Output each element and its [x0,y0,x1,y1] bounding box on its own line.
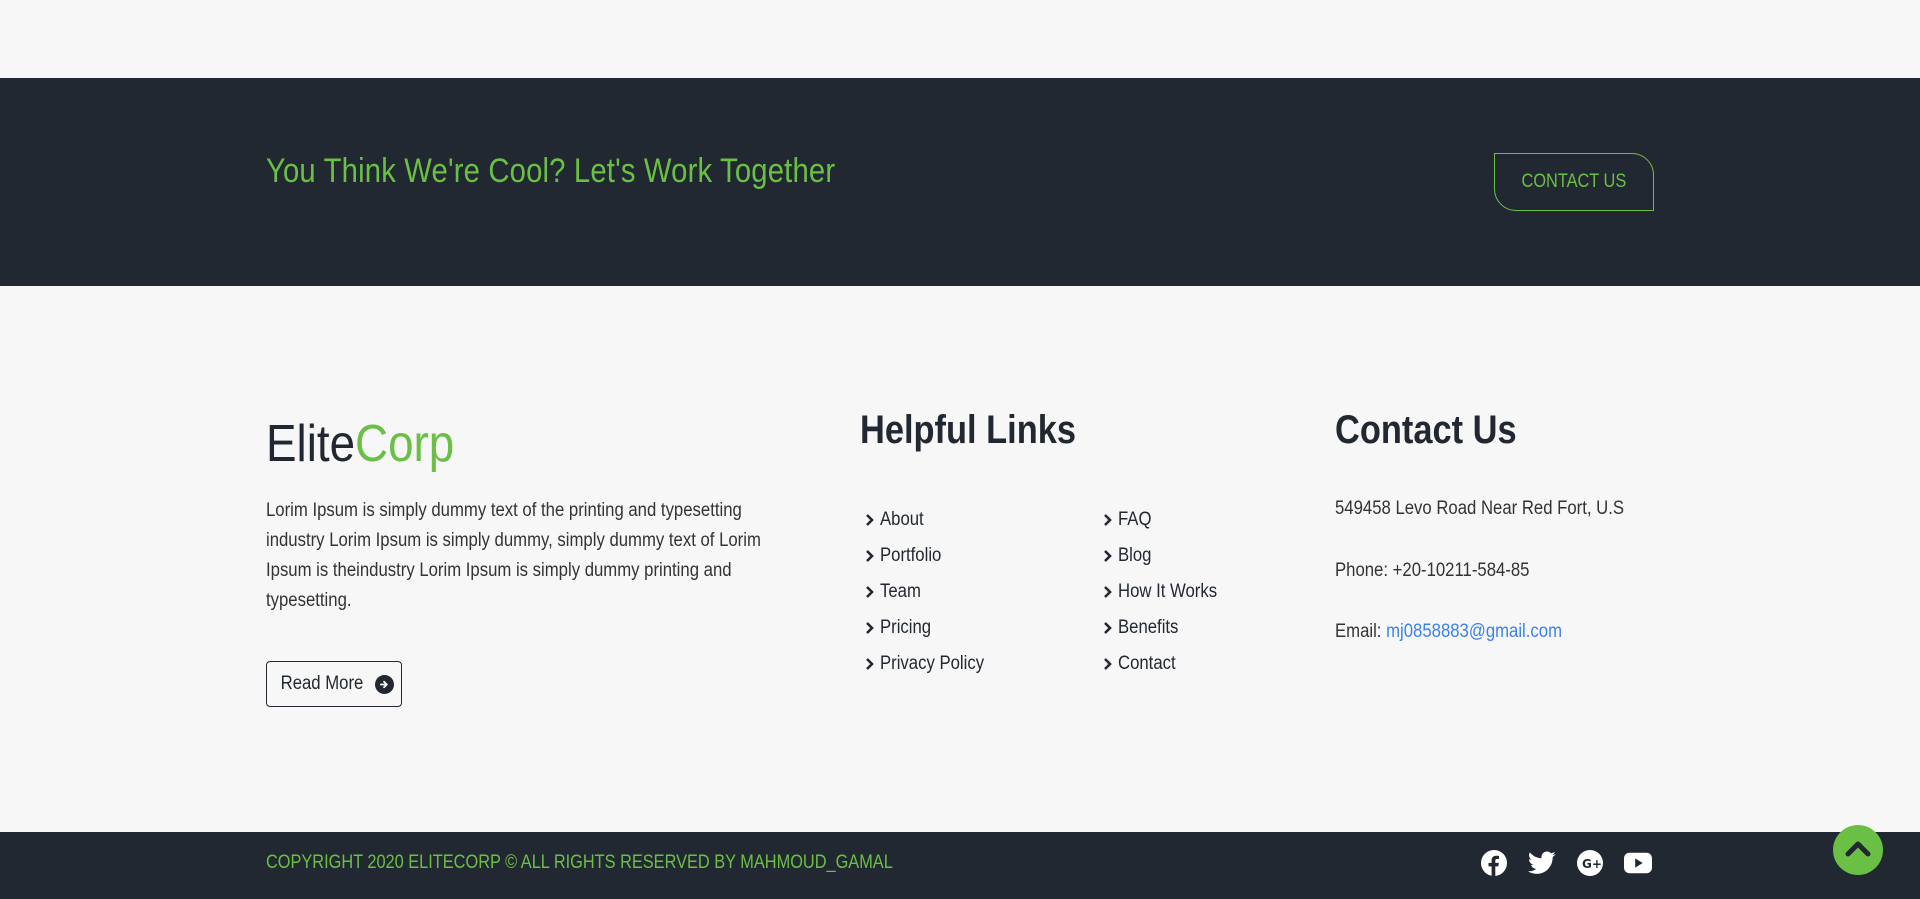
chevron-right-icon [1103,620,1116,636]
chevron-right-icon [865,584,878,600]
brand-part-elite: Elite [266,415,356,473]
link-label: Contact [1118,653,1176,674]
link-portfolio[interactable]: Portfolio [865,538,998,574]
link-how-it-works[interactable]: How It Works [1103,574,1231,610]
chevron-right-icon [1103,548,1116,564]
contact-us-title: Contact Us [1335,408,1517,452]
link-label: FAQ [1118,509,1152,530]
scroll-to-top-button[interactable] [1833,825,1883,875]
contact-address-text: 549458 Levo Road Near Red Fort, U.S [1335,498,1625,519]
helpful-links-column-1: About Portfolio Team Pricing Privacy Pol… [865,502,998,682]
chevron-right-icon [865,656,878,672]
social-links: G+ [1480,849,1652,877]
about-text: Lorim Ipsum is simply dummy text of the … [266,496,806,616]
chevron-right-icon [865,548,878,564]
twitter-icon[interactable] [1528,849,1556,877]
link-contact[interactable]: Contact [1103,646,1231,682]
link-label: Portfolio [880,545,942,566]
contact-us-button-label: CONTACT US [1521,171,1627,192]
svg-text:G+: G+ [1582,857,1602,871]
link-team[interactable]: Team [865,574,998,610]
chevron-right-icon [1103,656,1116,672]
link-label: Team [880,581,921,602]
link-blog[interactable]: Blog [1103,538,1231,574]
facebook-icon[interactable] [1480,849,1508,877]
link-faq[interactable]: FAQ [1103,502,1231,538]
link-about[interactable]: About [865,502,998,538]
phone-label: Phone: [1335,560,1389,581]
link-label: Pricing [880,617,932,638]
chevron-right-icon [865,620,878,636]
about-text-content: Lorim Ipsum is simply dummy text of the … [266,500,761,611]
read-more-button[interactable]: Read More [266,661,402,707]
cta-band: You Think We're Cool? Let's Work Togethe… [0,78,1920,286]
copyright-text: COPYRIGHT 2020 ELITECORP © ALL RIGHTS RE… [266,852,893,873]
email-label: Email: [1335,621,1382,642]
brand-logo[interactable]: EliteCorp [266,414,454,474]
chevron-right-icon [1103,512,1116,528]
contact-address: 549458 Levo Road Near Red Fort, U.S [1335,498,1663,520]
bottom-bar: COPYRIGHT 2020 ELITECORP © ALL RIGHTS RE… [0,832,1920,899]
contact-phone: Phone: +20-10211-584-85 [1335,560,1556,582]
read-more-label: Read More [280,673,363,694]
contact-email: Email: mj0858883@gmail.com [1335,621,1593,643]
helpful-links-column-2: FAQ Blog How It Works Benefits Contact [1103,502,1231,682]
youtube-icon[interactable] [1624,849,1652,877]
chevron-right-icon [1103,584,1116,600]
link-pricing[interactable]: Pricing [865,610,998,646]
chevron-right-icon [865,512,878,528]
arrow-circle-right-icon [374,674,394,694]
email-link[interactable]: mj0858883@gmail.com [1386,621,1562,642]
chevron-up-icon [1845,839,1871,862]
phone-value: +20-10211-584-85 [1392,560,1530,581]
link-benefits[interactable]: Benefits [1103,610,1231,646]
footer-main: EliteCorp Lorim Ipsum is simply dummy te… [0,286,1920,832]
brand-part-corp: Corp [355,415,455,473]
link-privacy-policy[interactable]: Privacy Policy [865,646,998,682]
link-label: How It Works [1118,581,1218,602]
contact-us-button[interactable]: CONTACT US [1494,153,1654,211]
link-label: Blog [1118,545,1152,566]
top-spacer [0,0,1920,78]
link-label: About [880,509,924,530]
google-plus-icon[interactable]: G+ [1576,849,1604,877]
cta-title: You Think We're Cool? Let's Work Togethe… [266,152,836,190]
helpful-links-title: Helpful Links [860,408,1076,452]
link-label: Privacy Policy [880,653,985,674]
link-label: Benefits [1118,617,1179,638]
